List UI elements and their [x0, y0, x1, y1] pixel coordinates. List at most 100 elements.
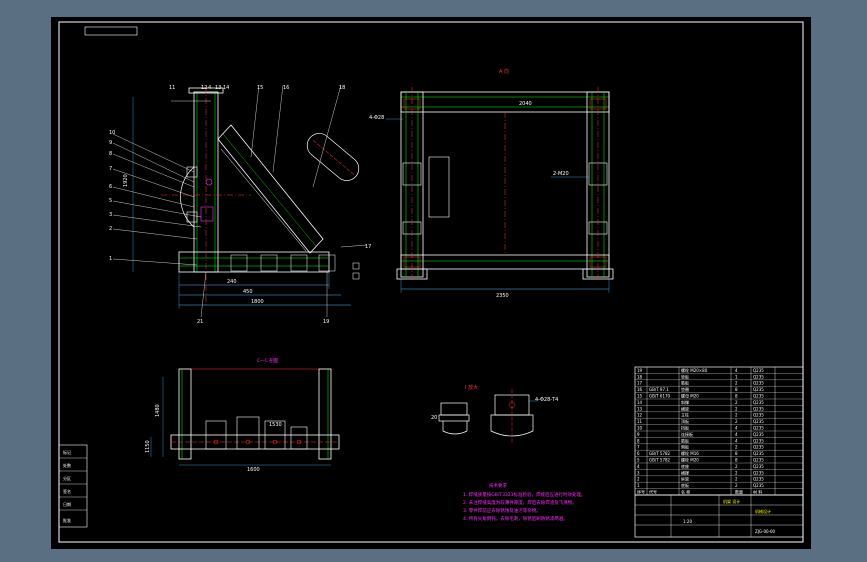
bom-cell: Q235 [753, 368, 764, 373]
cad-viewport[interactable]: 11 12 4 13 14 15 16 18 10 9 8 7 6 5 3 2 … [51, 17, 811, 549]
side-dim-240: 240 [227, 279, 237, 285]
bom-cell: 4 [735, 368, 738, 373]
bom-header-cell: 代号 [649, 489, 657, 495]
part-label-13: 13 [215, 85, 221, 91]
bom-cell: Q235 [753, 445, 764, 450]
strip-cell-0: 标记 [63, 449, 71, 455]
title-block-scale: 1:20 [683, 519, 692, 524]
bom-cell: 侧板 [681, 444, 689, 450]
part-label-3: 3 [109, 212, 112, 218]
bom-cell: 螺栓 M16 [681, 450, 699, 456]
side-view: 11 12 4 13 14 15 16 18 10 9 8 7 6 5 3 2 … [109, 84, 371, 325]
bom-cell: 连接板 [681, 431, 693, 437]
bom-cell: 4 [735, 438, 738, 443]
bom-cell: 垫圈 [681, 386, 689, 392]
section-view-title: C—C 剖面 [257, 357, 279, 364]
side-dim-450: 450 [243, 289, 253, 295]
section-dim-1600: 1600 [247, 467, 260, 473]
title-block-drawing-no: ZJG-00-00 [755, 529, 776, 534]
bom-cell: Q235 [753, 458, 764, 463]
side-dim-1920: 1920 [123, 174, 129, 187]
detail-dim-20: 20 [431, 415, 437, 421]
bom-cell: 2 [735, 406, 738, 411]
bom-cell: 筋板 [681, 437, 689, 443]
side-dim-1800: 1800 [251, 299, 264, 305]
front-dim-bolts: 2-M20 [553, 171, 569, 177]
part-label-19: 19 [323, 319, 329, 325]
bom-cell: 14 [637, 400, 643, 405]
side-revision-strip: 标记 处数 分区 签名 日期 批准 [58, 444, 88, 528]
bom-cell: 纵梁 [681, 476, 689, 482]
front-view-title: A 向 [499, 68, 509, 75]
bom-cell: Q235 [753, 477, 764, 482]
bom-cell: Q235 [753, 438, 764, 443]
part-label-16: 16 [283, 85, 289, 91]
bom-cell: 8 [735, 387, 738, 392]
bom-cell: 6 [637, 451, 640, 456]
front-dim-2040: 2040 [519, 101, 532, 107]
bill-of-materials: 19 螺栓 M20×80 4 Q23518 垫板 1 Q23517 筋板 2 Q23516 GB/T… [634, 366, 804, 496]
part-label-15: 15 [257, 85, 263, 91]
notes-heading: 技术要求 [489, 482, 507, 489]
title-block: 机架 设计 机械设计 1:20 ZJG-00-00 [634, 494, 804, 538]
bom-cell: 15 [637, 394, 643, 399]
bom-cell: 横撑 [681, 469, 689, 475]
bom-cell: Q235 [753, 419, 764, 424]
bom-cell: 螺栓 M20 [681, 457, 699, 463]
bom-cell: 8 [735, 451, 738, 456]
bom-cell: Q235 [753, 374, 764, 379]
bom-cell: 16 [637, 387, 643, 392]
part-label-11: 11 [169, 85, 175, 91]
front-dim-holes: 4-Φ28 [369, 115, 384, 121]
bom-cell: 顶板 [681, 418, 689, 424]
front-view-a: A 向 2350 2040 4-Φ28 2-M20 [369, 68, 614, 299]
bom-cell: GB/T 6170 [649, 394, 671, 399]
part-label-9: 9 [109, 140, 112, 146]
bom-cell: Q235 [753, 394, 764, 399]
part-label-18: 18 [339, 85, 345, 91]
bom-cell: 10 [637, 426, 643, 431]
cad-drawing-sheet: 11 12 4 13 14 15 16 18 10 9 8 7 6 5 3 2 … [58, 21, 804, 543]
part-label-14: 14 [223, 85, 229, 91]
bom-header-cell: 数量 [735, 489, 743, 495]
part-label-1: 1 [109, 256, 112, 262]
part-label-12: 12 [201, 85, 207, 91]
bom-cell: 筋板 [681, 380, 689, 386]
part-label-6: 6 [109, 184, 112, 190]
bom-cell: 5 [637, 458, 640, 463]
bom-cell: Q235 [753, 413, 764, 418]
bom-cell: 螺栓 M20×80 [681, 367, 708, 373]
front-top-beam [400, 91, 610, 113]
part-label-5: 5 [109, 198, 112, 204]
title-block-title: 机架 设计 [723, 498, 740, 504]
bom-cell: Q235 [753, 432, 764, 437]
bom-cell: 18 [637, 374, 643, 379]
bom-cell: Q235 [753, 470, 764, 475]
bom-cell: 底座 [681, 463, 689, 469]
section-dim-1530: 1530 [269, 422, 282, 428]
detail-view-i: I 放大 4-Φ28-T4 20 [431, 384, 558, 443]
bom-cell: Q235 [753, 400, 764, 405]
part-label-8: 8 [109, 151, 112, 157]
bom-cell: 11 [637, 419, 643, 424]
strip-cell-5: 批准 [63, 517, 71, 523]
bom-cell: GB/T 97.1 [649, 387, 669, 392]
part-label-10: 10 [109, 130, 115, 136]
note-2: 2. 未注焊缝高度为较薄件厚度，焊后去除焊渣及飞溅物。 [463, 499, 577, 506]
bom-cell: 斜撑 [681, 399, 689, 405]
part-label-17: 17 [365, 244, 371, 250]
bom-cell: 2 [735, 477, 738, 482]
section-dim-1480: 1480 [155, 404, 161, 417]
section-dim-1150: 1150 [145, 440, 151, 453]
drawing-frame [58, 21, 804, 543]
bom-cell: Q235 [753, 451, 764, 456]
front-dim-2350: 2350 [496, 293, 509, 299]
bom-cell: 螺母 M20 [681, 393, 699, 399]
bom-cell: 12 [637, 413, 643, 418]
bom-cell: 9 [637, 432, 640, 437]
bom-cell: 2 [735, 483, 738, 488]
note-3: 3. 零件焊前应去除锈蚀及油污等杂物。 [463, 507, 541, 514]
bom-cell: 4 [735, 426, 738, 431]
bom-header-cell: 序号 [637, 489, 645, 495]
bom-cell: 3 [637, 470, 640, 475]
